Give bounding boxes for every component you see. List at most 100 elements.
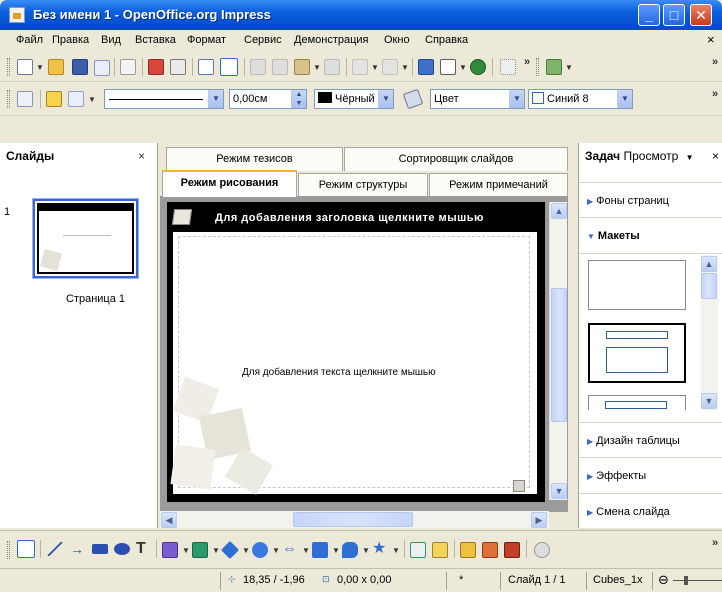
chevron-down-icon[interactable]: ▼: [208, 90, 223, 108]
line-filling-mode-icon[interactable]: [17, 91, 33, 107]
chevron-down-icon[interactable]: ▼: [509, 90, 524, 108]
fill-bucket-icon[interactable]: [402, 88, 424, 110]
layout-title-two-content[interactable]: [588, 395, 686, 410]
slide-icon[interactable]: [546, 59, 562, 75]
open-folder-icon[interactable]: [48, 59, 64, 75]
tab-notes[interactable]: Режим примечаний: [429, 173, 568, 197]
tab-normal[interactable]: Режим рисования: [162, 170, 297, 197]
menu-file[interactable]: Файл: [16, 34, 43, 46]
master-design-name[interactable]: Cubes_1x: [593, 574, 643, 586]
arrow-line-icon[interactable]: →: [70, 542, 86, 556]
extrusion-toggle-icon[interactable]: [534, 542, 550, 558]
insert-image-icon[interactable]: [482, 542, 498, 558]
section-effects[interactable]: ▶ Эффекты: [579, 458, 722, 494]
slides-panel-close-button[interactable]: ×: [138, 149, 145, 163]
edit-file-icon[interactable]: [120, 59, 136, 75]
slide-thumbnail[interactable]: [32, 198, 139, 279]
chevron-down-icon[interactable]: ▼: [401, 63, 409, 72]
vertical-scroll-thumb[interactable]: [551, 288, 567, 422]
redo-icon[interactable]: [382, 59, 398, 75]
fill-color-select[interactable]: Синий 8 ▼: [528, 89, 633, 109]
toolbar-overflow-icon[interactable]: »: [712, 88, 718, 100]
scroll-down-button[interactable]: ▼: [551, 483, 567, 499]
layout-title-content[interactable]: [588, 323, 686, 383]
zoom-slider-handle[interactable]: [684, 576, 688, 585]
connector-tool-icon[interactable]: [192, 542, 208, 558]
export-pdf-icon[interactable]: [148, 59, 164, 75]
line-color-select[interactable]: Чёрный ▼: [314, 89, 394, 109]
save-icon[interactable]: [72, 59, 88, 75]
print-icon[interactable]: [170, 59, 186, 75]
section-slide-transition[interactable]: ▶ Смена слайда: [579, 494, 722, 530]
grid-icon[interactable]: [500, 59, 516, 75]
chevron-down-icon[interactable]: ▼: [392, 546, 400, 555]
scroll-right-button[interactable]: ▶: [531, 512, 547, 528]
email-icon[interactable]: [94, 60, 110, 76]
menu-insert[interactable]: Вставка: [135, 34, 176, 46]
gallery-icon[interactable]: [504, 542, 520, 558]
tasks-panel-close-button[interactable]: ×: [712, 149, 719, 163]
arrow-style-icon[interactable]: [68, 91, 84, 107]
paste-icon[interactable]: [294, 59, 310, 75]
toolbar-overflow-icon[interactable]: »: [524, 56, 530, 68]
title-bar[interactable]: Без имени 1 - OpenOffice.org Impress _ □…: [0, 0, 722, 30]
flowchart-icon[interactable]: [312, 542, 328, 558]
chevron-down-icon[interactable]: ▼: [332, 546, 340, 555]
line-style-icon[interactable]: [46, 91, 62, 107]
toolbar-grip-icon[interactable]: [536, 58, 539, 76]
vertical-scrollbar[interactable]: ▲ ▼: [549, 202, 567, 500]
fill-type-select[interactable]: Цвет ▼: [430, 89, 525, 109]
chevron-down-icon[interactable]: ▼: [302, 546, 310, 555]
spin-updown-icon[interactable]: ▲ ▼: [291, 90, 306, 108]
menu-help[interactable]: Справка: [425, 34, 468, 46]
points-icon[interactable]: [410, 542, 426, 558]
layouts-scrollbar[interactable]: ▲ ▼: [701, 255, 718, 410]
document-modified-indicator[interactable]: *: [459, 574, 463, 586]
horizontal-scrollbar[interactable]: ◀ ▶: [160, 511, 549, 528]
section-backgrounds[interactable]: ▶ Фоны страниц: [579, 182, 722, 218]
tab-outline-structure[interactable]: Режим структуры: [298, 173, 428, 197]
chevron-down-icon[interactable]: ▼: [242, 546, 250, 555]
rectangle-tool-icon[interactable]: [92, 544, 108, 554]
navigator-icon[interactable]: [470, 59, 486, 75]
callouts-icon[interactable]: [342, 542, 358, 558]
horizontal-scroll-thumb[interactable]: [293, 512, 413, 527]
symbol-shapes-icon[interactable]: [252, 542, 268, 558]
chevron-down-icon[interactable]: ▼: [212, 546, 220, 555]
scroll-up-button[interactable]: ▲: [551, 203, 567, 219]
slide-body-area[interactable]: [170, 232, 537, 495]
select-arrow-icon[interactable]: [17, 540, 35, 558]
chevron-down-icon[interactable]: ▼: [371, 63, 379, 72]
table-icon[interactable]: [440, 59, 456, 75]
chevron-down-icon[interactable]: ▼: [36, 63, 44, 72]
line-tool-icon[interactable]: [47, 542, 63, 556]
chevron-down-icon[interactable]: ▼: [182, 546, 190, 555]
chevron-down-icon[interactable]: ▼: [313, 63, 321, 72]
basic-shapes-icon[interactable]: [220, 540, 240, 560]
document-close-button[interactable]: ×: [707, 32, 715, 47]
autospellcheck-icon[interactable]: [220, 58, 238, 76]
section-table-design[interactable]: ▶ Дизайн таблицы: [579, 422, 722, 458]
tab-slide-sorter[interactable]: Сортировщик слайдов: [344, 147, 568, 171]
toolbar-grip-icon[interactable]: [7, 90, 10, 108]
fontwork-icon[interactable]: [460, 542, 476, 558]
spellcheck-icon[interactable]: [198, 59, 214, 75]
ellipse-tool-icon[interactable]: [114, 543, 130, 555]
new-document-icon[interactable]: [17, 59, 33, 75]
copy-icon[interactable]: [272, 59, 288, 75]
cut-icon[interactable]: [250, 59, 266, 75]
layout-blank[interactable]: [588, 260, 686, 310]
glue-points-icon[interactable]: [432, 542, 448, 558]
chart-icon[interactable]: [418, 59, 434, 75]
toolbar-overflow-icon[interactable]: »: [712, 56, 718, 68]
curve-tool-icon[interactable]: [162, 542, 178, 558]
close-button[interactable]: ✕: [690, 4, 712, 26]
line-style-select[interactable]: ▼: [104, 89, 224, 109]
chevron-down-icon[interactable]: ▼: [272, 546, 280, 555]
chevron-down-icon[interactable]: ▼: [378, 90, 393, 108]
title-placeholder[interactable]: Для добавления заголовка щелкните мышью: [215, 212, 484, 224]
menu-slideshow[interactable]: Демонстрация: [294, 34, 369, 46]
scroll-down-button[interactable]: ▼: [701, 393, 717, 409]
section-layouts[interactable]: ▼ Макеты: [579, 218, 722, 254]
toolbar-grip-icon[interactable]: [7, 58, 10, 76]
